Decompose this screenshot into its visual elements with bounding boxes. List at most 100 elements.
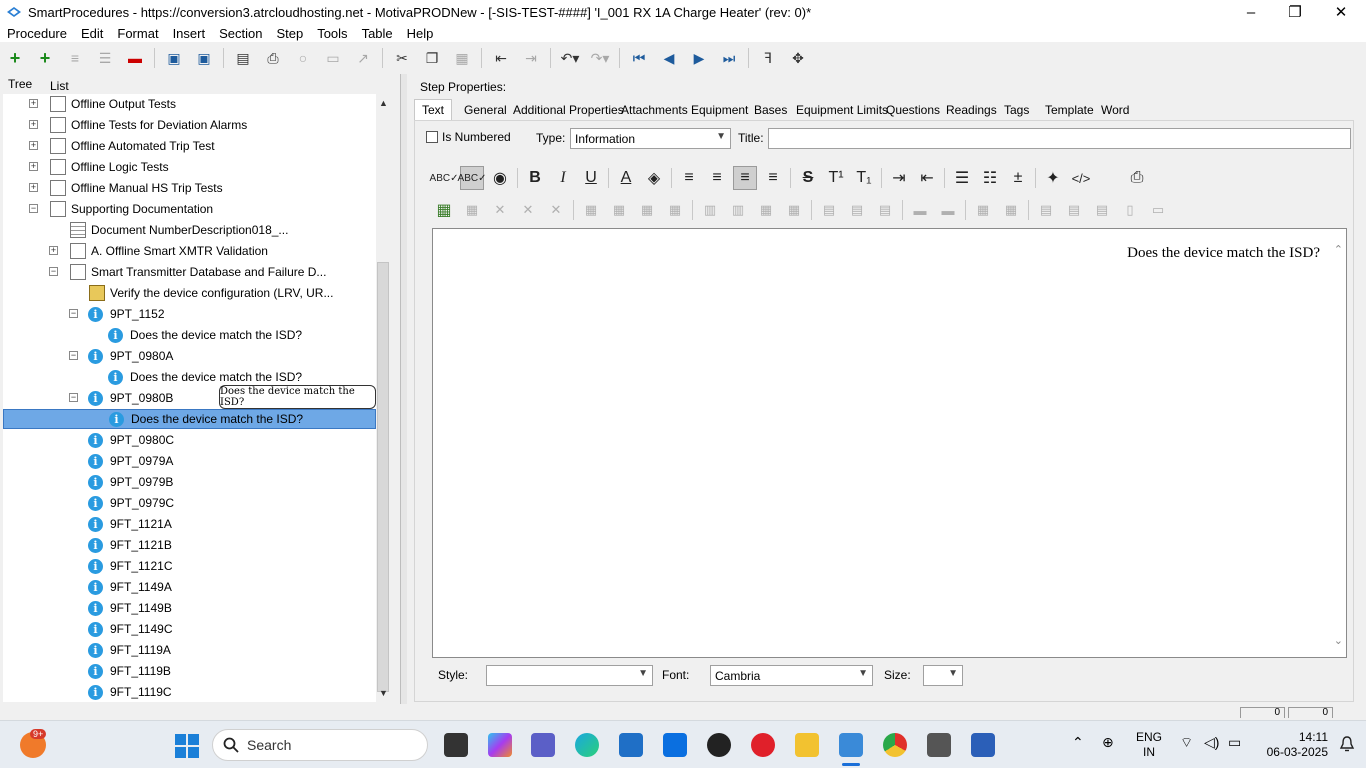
record-icon[interactable]: ◉ — [488, 166, 512, 190]
tab-attachments[interactable]: Attachments — [621, 103, 688, 117]
tree-node[interactable]: Verify the device configuration (LRV, UR… — [3, 283, 376, 303]
panel-splitter[interactable] — [400, 74, 407, 704]
last-step-icon[interactable]: ⏭ — [718, 47, 740, 69]
bullet-list-icon[interactable]: ☰ — [950, 166, 974, 190]
restore-button[interactable]: ❐ — [1272, 0, 1318, 24]
print-preview-icon[interactable]: ▤ — [232, 47, 254, 69]
html-code-icon[interactable]: </> — [1069, 166, 1093, 190]
highlight-icon[interactable]: ◈ — [642, 166, 666, 190]
auto-spell-check-icon[interactable]: ABC✓ — [458, 166, 486, 190]
collapse-icon[interactable]: − — [49, 267, 58, 276]
indent-icon[interactable]: ⇥ — [520, 47, 542, 69]
tree-node[interactable]: i 9FT_1149B — [3, 598, 376, 618]
menu-tools[interactable]: Tools — [310, 26, 354, 41]
scroll-up-icon[interactable]: ▲ — [376, 98, 391, 108]
form-icon[interactable]: ▭ — [322, 47, 344, 69]
first-step-icon[interactable]: ⏮ — [628, 47, 650, 69]
tree-node[interactable]: i 9PT_0979C — [3, 493, 376, 513]
size-select[interactable]: ▼ — [923, 665, 963, 686]
teams-icon[interactable] — [531, 733, 555, 757]
bold-icon[interactable]: B — [523, 166, 547, 190]
menu-format[interactable]: Format — [110, 26, 165, 41]
tree-node[interactable]: + Offline Automated Trip Test — [3, 136, 376, 156]
expand-icon[interactable]: + — [29, 162, 38, 171]
font-color-icon[interactable]: A — [614, 166, 638, 190]
tree-node[interactable]: i Does the device match the ISD? — [3, 367, 376, 387]
clock[interactable]: 14:11 06-03-2025 — [1258, 730, 1328, 760]
numbered-list-icon[interactable]: ☷ — [978, 166, 1002, 190]
dell-icon[interactable] — [707, 733, 731, 757]
tree-node[interactable]: i 9FT_1121B — [3, 535, 376, 555]
indent-list-icon[interactable]: ≡ — [64, 47, 86, 69]
tree-node[interactable]: − Supporting Documentation — [3, 199, 376, 219]
tree-node[interactable]: i Does the device match the ISD? — [3, 325, 376, 345]
menu-section[interactable]: Section — [212, 26, 269, 41]
align-right-icon[interactable]: ≡ — [733, 166, 757, 190]
indent-increase-icon[interactable]: ⇥ — [887, 166, 911, 190]
expand-icon[interactable]: + — [29, 141, 38, 150]
subscript-icon[interactable]: T₁ — [852, 166, 876, 190]
tree-node[interactable]: + Offline Output Tests — [3, 94, 376, 114]
tab-template[interactable]: Template — [1045, 103, 1094, 117]
move-icon[interactable]: ✥ — [787, 47, 809, 69]
expand-icon[interactable]: + — [29, 120, 38, 129]
edge-browser-icon[interactable] — [575, 733, 599, 757]
horizontal-rule-icon[interactable]: ± — [1006, 166, 1030, 190]
collapse-icon[interactable]: − — [69, 309, 78, 318]
tree-node[interactable]: i 9FT_1119C — [3, 682, 376, 702]
windows-start-icon[interactable] — [175, 734, 199, 758]
expand-icon[interactable]: + — [49, 246, 58, 255]
tab-equipment[interactable]: Equipment — [691, 103, 748, 117]
print-icon[interactable]: ⎙ — [1125, 166, 1149, 190]
tab-general[interactable]: General — [464, 103, 507, 117]
menu-help[interactable]: Help — [400, 26, 441, 41]
expand-icon[interactable]: + — [29, 99, 38, 108]
tab-list[interactable]: List — [50, 79, 69, 93]
tree-scrollbar[interactable]: ▲ ▼ — [376, 94, 391, 702]
type-select[interactable]: Information ▼ — [570, 128, 731, 149]
smartprocedures-taskbar-icon[interactable] — [839, 733, 863, 757]
menu-procedure[interactable]: Procedure — [0, 26, 74, 41]
indent-decrease-icon[interactable]: ⇤ — [915, 166, 939, 190]
tab-questions[interactable]: Questions — [886, 103, 940, 117]
strikethrough-icon[interactable]: S — [796, 166, 820, 190]
tree-node[interactable]: Document NumberDescription018_... — [3, 220, 376, 240]
align-left-icon[interactable]: ≡ — [677, 166, 701, 190]
network-status-icon[interactable]: ⊕ — [1102, 735, 1114, 750]
tree-node[interactable]: i 9FT_1119A — [3, 640, 376, 660]
print-icon[interactable]: ⎙ — [262, 47, 284, 69]
menu-insert[interactable]: Insert — [166, 26, 213, 41]
tab-text[interactable]: Text — [414, 99, 453, 120]
undo-icon[interactable]: ↶▾ — [559, 47, 581, 69]
word-icon[interactable] — [971, 733, 995, 757]
tab-readings[interactable]: Readings — [946, 103, 997, 117]
tab-word[interactable]: Word — [1101, 103, 1129, 117]
title-input[interactable] — [768, 128, 1351, 149]
battery-icon[interactable]: ▭ — [1228, 735, 1241, 750]
add-section-icon[interactable]: + — [4, 47, 26, 69]
outline-icon[interactable]: ☰ — [94, 47, 116, 69]
scroll-down-icon[interactable]: ▼ — [376, 688, 391, 698]
expand-icon[interactable]: + — [29, 183, 38, 192]
tree-node[interactable]: i 9FT_1149C — [3, 619, 376, 639]
language-indicator[interactable]: ENG IN — [1136, 730, 1162, 760]
opera-browser-icon[interactable] — [751, 733, 775, 757]
notifications-bell-icon[interactable] — [1338, 735, 1356, 753]
tree-node[interactable]: − i 9PT_0980A — [3, 346, 376, 366]
tab-equipment-limits[interactable]: Equipment Limits — [796, 103, 888, 117]
chevron-up-icon[interactable]: ⌃ — [1072, 735, 1084, 750]
delete-icon[interactable]: ▬ — [124, 47, 146, 69]
menu-edit[interactable]: Edit — [74, 26, 110, 41]
export-icon[interactable]: ↗ — [352, 47, 374, 69]
tab-tags[interactable]: Tags — [1004, 103, 1029, 117]
insert-table-icon[interactable]: ▦ — [432, 198, 456, 222]
tree-node-selected[interactable]: i Does the device match the ISD? — [3, 409, 376, 429]
next-step-icon[interactable]: ▶ — [688, 47, 710, 69]
redo-icon[interactable]: ↷▾ — [589, 47, 611, 69]
add-step-icon[interactable]: + — [34, 47, 56, 69]
volume-icon[interactable]: ◁) — [1204, 735, 1219, 750]
copilot-icon[interactable] — [488, 733, 512, 757]
tree-node[interactable]: + A. Offline Smart XMTR Validation — [3, 241, 376, 261]
align-center-icon[interactable]: ≡ — [705, 166, 729, 190]
power-automate-icon[interactable] — [663, 733, 687, 757]
